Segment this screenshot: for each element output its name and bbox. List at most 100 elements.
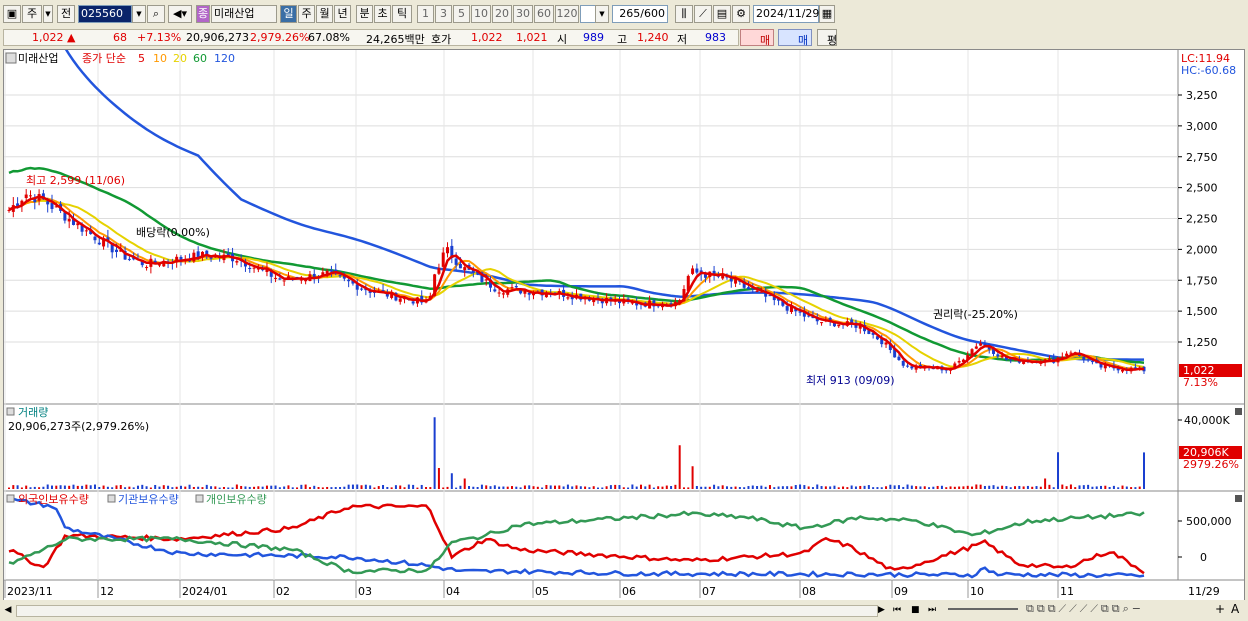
volume-bar [910, 485, 913, 489]
interval-year-tab[interactable]: 년 [334, 5, 351, 23]
buy-button[interactable]: 매수 [740, 29, 774, 62]
scroll-right-icon[interactable]: ▶ [878, 603, 890, 617]
volume-bar [1125, 486, 1128, 489]
candle-body [192, 252, 196, 262]
bottom-toolbar: ◀ ▶ ⏮ ■ ⏭ ⧉⧉⧉⟋⟋⟋⟋⧉⧉⌕− + A [0, 600, 1248, 621]
volume-bar [493, 485, 496, 489]
interval-minute-tab[interactable]: 분 [356, 5, 373, 23]
last-icon[interactable]: ⏭ [928, 603, 942, 617]
volume-bar [1104, 485, 1107, 489]
interval-day-tab[interactable]: 일 [280, 5, 297, 23]
volume-bar [399, 485, 402, 489]
volume-panel-close-icon[interactable] [1235, 408, 1242, 415]
volume-bar [218, 487, 221, 489]
minute-1-button[interactable]: 1 [417, 5, 434, 23]
volume-bar [781, 486, 784, 489]
volume-bar [179, 485, 182, 489]
code-dropdown-icon[interactable]: ▼ [132, 5, 146, 23]
volume-bar [205, 484, 208, 489]
font-size-icon[interactable]: A [1231, 602, 1245, 618]
search-icon[interactable]: ⌕ [147, 5, 165, 23]
volume-bar [1065, 486, 1068, 489]
stock-code-input[interactable]: 025560 [78, 5, 132, 23]
candle-body [493, 289, 497, 292]
period-dropdown-icon[interactable]: ▼ [43, 5, 53, 23]
volume-bar [261, 486, 264, 489]
volume-bar [867, 485, 870, 489]
scroll-left-icon[interactable]: ◀ [2, 603, 14, 617]
volume-bar [725, 486, 728, 489]
interval-tick-tab[interactable]: 틱 [392, 5, 412, 23]
minute-10-button[interactable]: 10 [471, 5, 491, 23]
candle-icon[interactable]: ⫼ [675, 5, 693, 23]
count-input[interactable]: 265/600 [612, 5, 668, 23]
minute-20-button[interactable]: 20 [492, 5, 512, 23]
save-icon[interactable]: ▤ [713, 5, 731, 23]
volume-bar [343, 486, 346, 489]
x-axis-label: 03 [358, 585, 372, 598]
interval-label: 주 [301, 7, 312, 20]
quote-label: 호가 [431, 33, 452, 46]
volume-bar [940, 485, 943, 489]
minute-60-button[interactable]: 60 [534, 5, 554, 23]
first-icon[interactable]: ⏮ [893, 603, 907, 617]
x-axis-label: 2024/01 [182, 585, 228, 598]
chart-area[interactable]: 미래산업 종가 단순 5 10 20 60 120 LC:11.94 HC:-6… [3, 49, 1245, 601]
volume-bar [592, 486, 595, 489]
volume-bar [936, 485, 939, 489]
interval-month-tab[interactable]: 월 [316, 5, 333, 23]
window-menu-icon[interactable]: ▣ [3, 5, 21, 23]
volume-bar [240, 485, 243, 489]
candle-body [411, 301, 415, 304]
quote-info-bar: 1,022 ▲ 68 +7.13% 20,906,273 2,979.26% 6… [0, 28, 1248, 62]
volume-bar [1018, 485, 1021, 489]
interval-week-tab[interactable]: 주 [298, 5, 315, 23]
volume-bar [661, 486, 664, 489]
volume-tag-pct: 2979.26% [1183, 458, 1239, 471]
volume-bar [468, 486, 471, 489]
volume-bar [55, 485, 58, 489]
period-select[interactable]: 주 [22, 5, 42, 23]
speaker-icon[interactable]: ◀▾ [168, 5, 192, 23]
interval-second-tab[interactable]: 초 [374, 5, 391, 23]
candle-body [484, 279, 488, 281]
minute-5-button[interactable]: 5 [453, 5, 470, 23]
rights-annotation: 권리락(-25.20%) [933, 308, 1018, 321]
volume-bar [756, 486, 759, 489]
candle-body [957, 361, 961, 363]
stop-icon[interactable]: ■ [911, 603, 925, 617]
prev-button[interactable]: 전 [57, 5, 75, 23]
chart-canvas[interactable]: 미래산업 종가 단순 5 10 20 60 120 LC:11.94 HC:-6… [4, 50, 1244, 600]
average-button[interactable]: 평 [817, 29, 837, 47]
minute-3-button[interactable]: 3 [435, 5, 452, 23]
horizontal-scrollbar[interactable] [16, 605, 878, 617]
candle-body [755, 290, 759, 292]
custom-minute-dropdown-icon[interactable]: ▼ [595, 5, 609, 23]
drawing-tools[interactable]: ⧉⧉⧉⟋⟋⟋⟋⧉⧉⌕− [1026, 602, 1226, 618]
volume-bar [214, 486, 217, 489]
x-axis-label: 10 [970, 585, 984, 598]
volume-bar [515, 486, 518, 489]
minute-30-button[interactable]: 30 [513, 5, 533, 23]
sell-button[interactable]: 매도 [778, 29, 812, 62]
calendar-icon[interactable]: ▦ [819, 5, 835, 23]
gear-icon[interactable]: ⚙ [732, 5, 750, 23]
volume-bars [8, 417, 1145, 489]
volume-bar [1009, 487, 1012, 489]
minute-120-button[interactable]: 120 [555, 5, 579, 23]
holding-panel-close-icon[interactable] [1235, 495, 1242, 502]
zoom-slider[interactable] [948, 608, 1018, 610]
line-chart-icon[interactable]: ⟋ [694, 5, 712, 23]
stock-name: 미래산업 [214, 7, 255, 20]
volume-bar [1082, 485, 1085, 489]
volume-bar [614, 484, 617, 489]
volume-bar [1087, 484, 1090, 489]
volume-bar [558, 485, 561, 489]
volume-bar [162, 485, 165, 489]
volume-bar [674, 484, 677, 489]
date-input[interactable]: 2024/11/29 [753, 5, 819, 23]
volume-bar [1112, 485, 1115, 489]
volume-bar [639, 484, 642, 489]
zoom-in-icon[interactable]: + [1215, 602, 1229, 618]
volume-bar [988, 485, 991, 489]
